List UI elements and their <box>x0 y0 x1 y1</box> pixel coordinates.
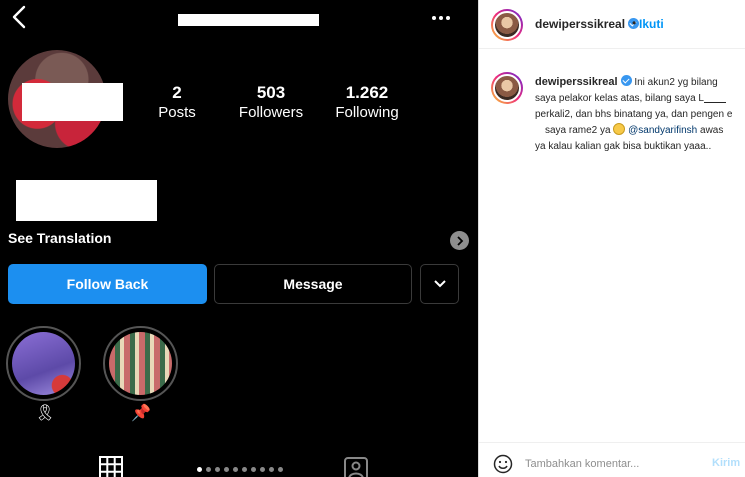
comment-input[interactable] <box>525 456 695 472</box>
message-button[interactable]: Message <box>214 264 412 304</box>
suggested-dropdown-button[interactable] <box>420 264 459 304</box>
verified-badge-icon <box>620 75 632 86</box>
caption-gap <box>535 125 545 135</box>
caption-mention[interactable]: @sandyarifinsh <box>628 125 697 136</box>
caption-text: saya rame2 ya <box>545 125 614 136</box>
follow-button[interactable]: Ikuti <box>639 17 664 31</box>
chevron-right-icon[interactable] <box>450 231 469 250</box>
carousel-dots <box>197 467 283 472</box>
stat-following-value: 1.262 <box>345 83 389 102</box>
post-header: dewiperssikreal • Ikuti <box>479 0 745 49</box>
emoji-icon[interactable] <box>493 454 513 474</box>
bio-redaction <box>16 180 157 221</box>
stat-followers-value: 503 <box>256 83 286 102</box>
stat-followers-label: Followers <box>238 104 304 121</box>
pushpin-icon: 📌 <box>131 405 151 422</box>
post-panel: dewiperssikreal • Ikuti dewiperssikreal … <box>478 0 745 477</box>
back-arrow-icon[interactable] <box>6 4 32 30</box>
profile-screenshot: 2 Posts 503 Followers 1.262 Following Se… <box>0 0 478 477</box>
stat-following[interactable]: 1.262 Following <box>328 83 406 122</box>
avatar[interactable] <box>491 72 523 104</box>
stat-posts-value: 2 <box>172 83 182 102</box>
grid-icon[interactable] <box>99 456 123 477</box>
stat-following-label: Following <box>335 104 399 121</box>
follow-back-button[interactable]: Follow Back <box>8 264 207 304</box>
more-options-icon[interactable] <box>428 10 454 26</box>
post-author[interactable]: dewiperssikreal <box>535 17 640 31</box>
see-translation-link[interactable]: See Translation <box>8 230 111 246</box>
separator-dot: • <box>632 16 637 30</box>
post-caption: dewiperssikreal Ini akun2 yg bilang saya… <box>535 74 735 155</box>
story-highlight[interactable] <box>103 326 178 401</box>
stat-posts[interactable]: 2 Posts <box>152 83 202 122</box>
chevron-down-icon <box>433 280 446 288</box>
caption-username[interactable]: dewiperssikreal <box>535 76 618 88</box>
comment-bar: Kirim <box>479 442 745 477</box>
caption-gap <box>704 93 726 104</box>
avatar-redaction <box>22 83 123 121</box>
tagged-icon[interactable] <box>343 456 369 477</box>
story-highlight[interactable] <box>6 326 81 401</box>
avatar[interactable] <box>491 9 523 41</box>
caption-text: perkali2, dan bhs binatang ya, dan penge… <box>535 109 733 120</box>
author-username[interactable]: dewiperssikreal <box>535 17 625 31</box>
ribbon-icon: 🎗 <box>35 405 56 422</box>
stat-posts-label: Posts <box>158 104 196 121</box>
smiley-icon <box>613 123 626 135</box>
username-redaction <box>178 14 319 26</box>
send-comment-button[interactable]: Kirim <box>712 457 740 469</box>
stat-followers[interactable]: 503 Followers <box>234 83 308 122</box>
